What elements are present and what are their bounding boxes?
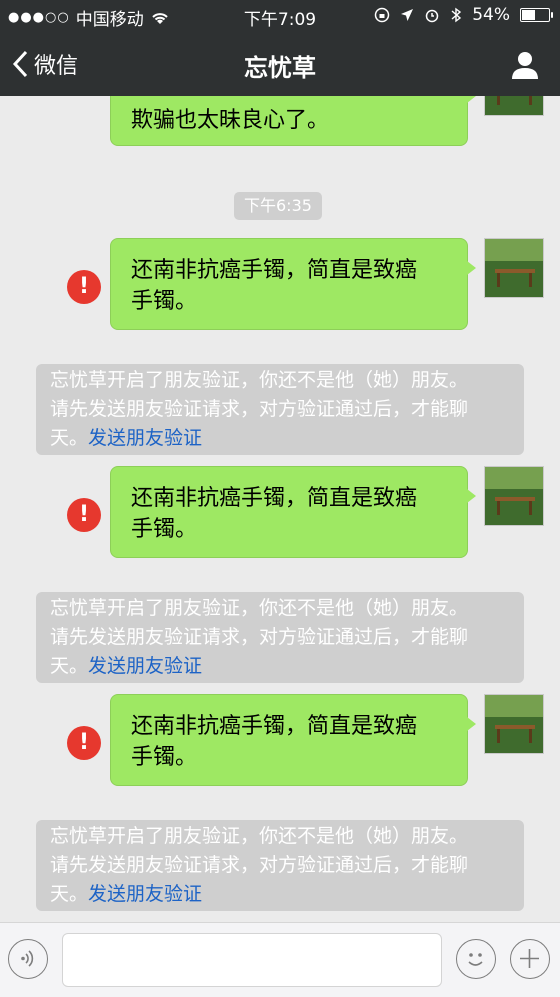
system-text-line: 请先发送朋友验证请求，对方验证通过后，才能聊 — [50, 854, 469, 876]
system-message: 忘忧草开启了朋友验证，你还不是他（她）朋友。 请先发送朋友验证请求，对方验证通过… — [36, 364, 524, 455]
battery-fill — [522, 10, 535, 20]
person-icon[interactable] — [510, 50, 540, 80]
send-failed-icon[interactable]: ! — [67, 726, 101, 760]
avatar[interactable] — [484, 96, 544, 116]
message-input[interactable] — [62, 933, 442, 987]
send-verification-link[interactable]: 发送朋友验证 — [88, 427, 202, 449]
chat-area: 欺骗也太昧良心了。 下午6:35 ! 还南非抗癌手镯，简直是致癌 手镯。 忘忧草… — [0, 96, 560, 922]
status-bar: ●●●○○ 中国移动 下午7:09 54% — [0, 0, 560, 32]
avatar[interactable] — [484, 694, 544, 754]
message-text-line: 手镯。 — [131, 745, 198, 770]
system-text-tail: 天。 — [50, 883, 89, 905]
message-text-line: 还南非抗癌手镯，简直是致癌 — [131, 258, 418, 283]
send-failed-icon[interactable]: ! — [67, 270, 101, 304]
avatar[interactable] — [484, 238, 544, 298]
input-bar — [0, 922, 560, 997]
system-text-line: 天。发送朋友验证 — [50, 652, 510, 681]
chat-title: 忘忧草 — [244, 54, 316, 82]
plus-icon — [520, 949, 539, 968]
nav-bar: 微信 忘忧草 — [0, 32, 560, 96]
message-bubble[interactable]: 还南非抗癌手镯，简直是致癌 手镯。 — [110, 238, 476, 330]
system-text-tail: 天。 — [50, 427, 89, 449]
send-verification-link[interactable]: 发送朋友验证 — [88, 883, 202, 905]
send-failed-icon[interactable]: ! — [67, 498, 101, 532]
system-message: 忘忧草开启了朋友验证，你还不是他（她）朋友。 请先发送朋友验证请求，对方验证通过… — [36, 820, 524, 911]
message-bubble[interactable]: 还南非抗癌手镯，简直是致癌 手镯。 — [110, 694, 476, 786]
system-text-line: 请先发送朋友验证请求，对方验证通过后，才能聊 — [50, 626, 469, 648]
message-text-line: 还南非抗癌手镯，简直是致癌 — [131, 714, 418, 739]
system-text-line: 天。发送朋友验证 — [50, 424, 510, 453]
message-text-line: 手镯。 — [131, 289, 198, 314]
bluetooth-icon — [451, 7, 462, 23]
system-text-line: 忘忧草开启了朋友验证，你还不是他（她）朋友。 — [50, 597, 469, 619]
message-bubble[interactable]: 还南非抗癌手镯，简直是致癌 手镯。 — [110, 466, 476, 558]
timestamp: 下午6:35 — [234, 192, 322, 220]
system-text-tail: 天。 — [50, 655, 89, 677]
battery-percent: 54% — [472, 5, 510, 25]
emoji-button[interactable] — [456, 939, 496, 979]
plus-button[interactable] — [510, 939, 550, 979]
send-verification-link[interactable]: 发送朋友验证 — [88, 655, 202, 677]
system-text-line: 忘忧草开启了朋友验证，你还不是他（她）朋友。 — [50, 825, 469, 847]
avatar[interactable] — [484, 466, 544, 526]
message-bubble-partial[interactable]: 欺骗也太昧良心了。 — [110, 96, 476, 146]
message-text: 欺骗也太昧良心了。 — [131, 108, 330, 133]
system-text-line: 请先发送朋友验证请求，对方验证通过后，才能聊 — [50, 398, 469, 420]
voice-icon — [21, 950, 34, 967]
message-text-line: 手镯。 — [131, 517, 198, 542]
battery-icon — [520, 8, 553, 22]
voice-button[interactable] — [8, 939, 48, 979]
location-icon — [401, 9, 414, 21]
system-message: 忘忧草开启了朋友验证，你还不是他（她）朋友。 请先发送朋友验证请求，对方验证通过… — [36, 592, 524, 683]
system-text-line: 忘忧草开启了朋友验证，你还不是他（她）朋友。 — [50, 369, 469, 391]
system-text-line: 天。发送朋友验证 — [50, 880, 510, 909]
emoji-icon — [468, 953, 483, 966]
message-text-line: 还南非抗癌手镯，简直是致癌 — [131, 486, 418, 511]
status-right: 54% — [374, 5, 553, 25]
rotation-lock-icon — [374, 7, 390, 23]
alarm-icon — [425, 9, 439, 23]
